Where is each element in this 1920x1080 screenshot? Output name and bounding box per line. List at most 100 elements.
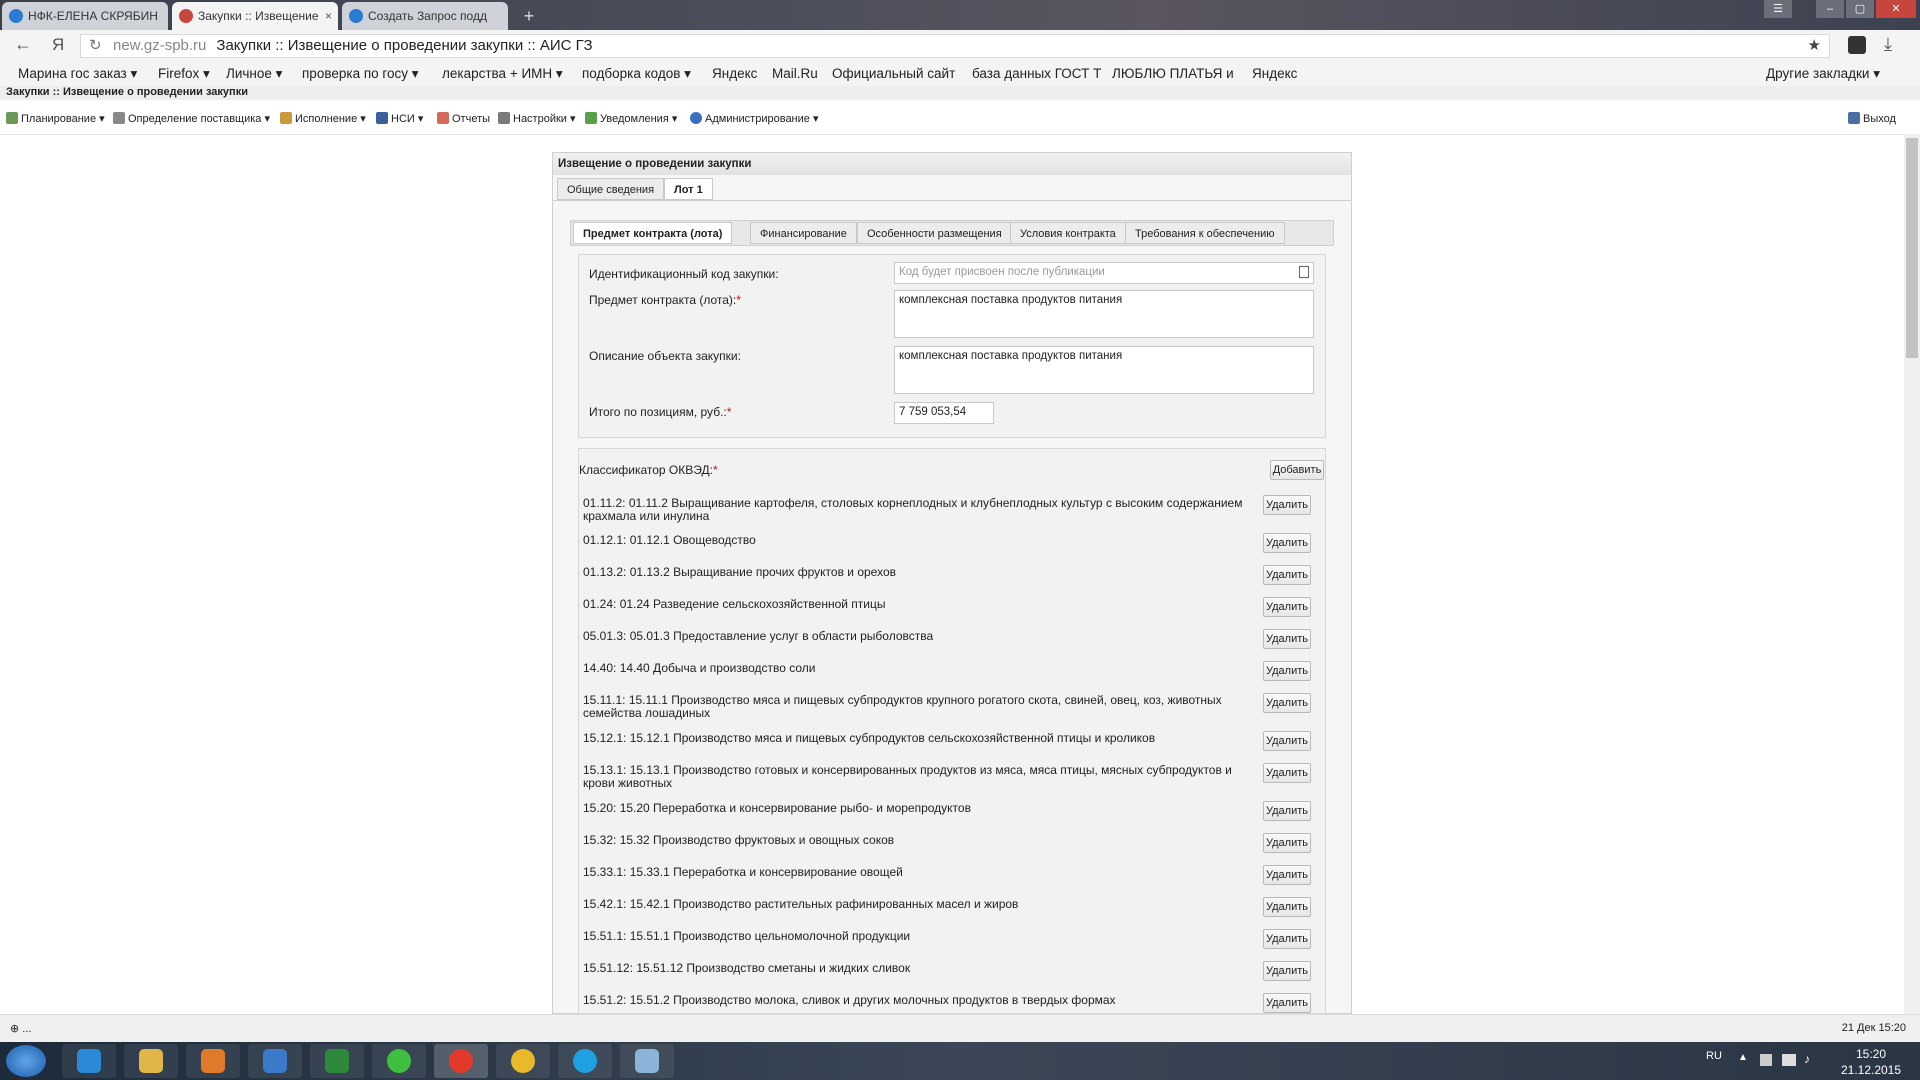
- delete-okved-button[interactable]: Удалить: [1263, 693, 1311, 713]
- menu-planning[interactable]: Планирование ▾: [6, 112, 105, 125]
- description-textarea[interactable]: комплексная поставка продуктов питания: [894, 346, 1314, 394]
- delete-okved-button[interactable]: Удалить: [1263, 597, 1311, 617]
- tab-contract-subject[interactable]: Предмет контракта (лота): [573, 222, 733, 244]
- other-bookmarks[interactable]: Другие закладки ▾: [1766, 66, 1880, 82]
- taskbar-explorer[interactable]: [124, 1044, 178, 1078]
- paint-icon: [635, 1049, 659, 1073]
- delete-okved-button[interactable]: Удалить: [1263, 533, 1311, 553]
- okved-item: 15.51.12: 15.51.12 Производство сметаны …: [583, 961, 911, 975]
- total-input[interactable]: 7 759 053,54: [894, 402, 994, 424]
- report-icon: [437, 112, 449, 124]
- maximize-button[interactable]: ▢: [1846, 0, 1874, 18]
- taskbar-outlook[interactable]: [248, 1044, 302, 1078]
- tab-nfk[interactable]: НФК-ЕЛЕНА СКРЯБИН: [2, 2, 168, 30]
- system-clock[interactable]: 15:20 21.12.2015: [1836, 1046, 1906, 1078]
- menu-nsi[interactable]: НСИ ▾: [376, 112, 423, 125]
- yandex-icon[interactable]: Я: [52, 35, 64, 55]
- bookmark[interactable]: ЛЮБЛЮ ПЛАТЬЯ и: [1112, 66, 1234, 81]
- info-icon[interactable]: [1299, 266, 1309, 278]
- status-datetime: 21 Дек 15:20: [1841, 1022, 1906, 1034]
- close-window-button[interactable]: ✕: [1876, 0, 1916, 18]
- delete-okved-button[interactable]: Удалить: [1263, 565, 1311, 585]
- logout-button[interactable]: Выход: [1848, 112, 1896, 125]
- okved-item: 15.33.1: 15.33.1 Переработка и консервир…: [583, 865, 903, 879]
- delete-okved-button[interactable]: Удалить: [1263, 961, 1311, 981]
- menu-notifications[interactable]: Уведомления ▾: [585, 112, 677, 125]
- delete-okved-button[interactable]: Удалить: [1263, 897, 1311, 917]
- okved-item: 15.42.1: 15.42.1 Производство растительн…: [583, 897, 1019, 911]
- bookmarks-bar: Марина гос заказ ▾ Firefox ▾ Личное ▾ пр…: [0, 62, 1920, 86]
- address-bar[interactable]: ↻ new.gz-spb.ru Закупки :: Извещение о пр…: [80, 34, 1830, 58]
- delete-okved-button[interactable]: Удалить: [1263, 993, 1311, 1013]
- language-indicator[interactable]: RU: [1706, 1050, 1722, 1062]
- description-label: Описание объекта закупки:: [589, 349, 741, 363]
- delete-okved-button[interactable]: Удалить: [1263, 495, 1311, 515]
- tab-general-info[interactable]: Общие сведения: [557, 178, 665, 200]
- delete-okved-button[interactable]: Удалить: [1263, 731, 1311, 751]
- network-icon[interactable]: [1782, 1054, 1796, 1066]
- bookmark[interactable]: Личное ▾: [226, 66, 282, 82]
- bookmark[interactable]: лекарства + ИМН ▾: [442, 66, 563, 82]
- flag-icon[interactable]: [1760, 1054, 1772, 1066]
- menu-icon[interactable]: ☰: [1764, 0, 1792, 18]
- reload-icon[interactable]: ↻: [89, 35, 102, 57]
- gear-icon: [113, 112, 125, 124]
- clock-time: 15:20: [1855, 1047, 1887, 1061]
- delete-okved-button[interactable]: Удалить: [1263, 801, 1311, 821]
- taskbar-media[interactable]: [186, 1044, 240, 1078]
- menu-settings[interactable]: Настройки ▾: [498, 112, 576, 125]
- taskbar-ie[interactable]: [62, 1044, 116, 1078]
- id-code-field[interactable]: Код будет присвоен после публикации: [894, 262, 1314, 284]
- tab-financing[interactable]: Финансирование: [750, 222, 857, 244]
- tab-zapros[interactable]: Создать Запрос подд: [342, 2, 508, 30]
- tab-security-requirements[interactable]: Требования к обеспечению: [1125, 222, 1285, 244]
- star-icon[interactable]: ★: [1808, 35, 1821, 57]
- taskbar-excel[interactable]: [310, 1044, 364, 1078]
- start-button[interactable]: [6, 1045, 46, 1077]
- taskbar-paint[interactable]: [620, 1044, 674, 1078]
- minimize-button[interactable]: –: [1816, 0, 1844, 18]
- tab-placement[interactable]: Особенности размещения: [857, 222, 1012, 244]
- new-tab-button[interactable]: +: [518, 6, 540, 26]
- bookmark[interactable]: Марина гос заказ ▾: [18, 66, 137, 82]
- tab-contract-terms[interactable]: Условия контракта: [1010, 222, 1126, 244]
- okved-item: 15.51.1: 15.51.1 Производство цельномоло…: [583, 929, 911, 943]
- menu-supplier[interactable]: Определение поставщика ▾: [113, 112, 270, 125]
- menu-administration[interactable]: Администрирование ▾: [690, 112, 818, 125]
- menu-execution[interactable]: Исполнение ▾: [280, 112, 366, 125]
- bookmark[interactable]: подборка кодов ▾: [582, 66, 691, 82]
- subject-textarea[interactable]: комплексная поставка продуктов питания: [894, 290, 1314, 338]
- scrollbar-thumb[interactable]: [1906, 138, 1918, 358]
- taskbar-skype[interactable]: [558, 1044, 612, 1078]
- bookmark[interactable]: Яндекс: [712, 66, 757, 81]
- taskbar-mail-agent[interactable]: [372, 1044, 426, 1078]
- bookmark[interactable]: проверка по госу ▾: [302, 66, 419, 82]
- delete-okved-button[interactable]: Удалить: [1263, 661, 1311, 681]
- tray-arrow-icon[interactable]: ▲: [1738, 1052, 1748, 1063]
- close-tab-icon[interactable]: ×: [325, 2, 332, 30]
- bookmark[interactable]: Firefox ▾: [158, 66, 210, 82]
- bookmark[interactable]: Яндекс: [1252, 66, 1297, 81]
- bookmark[interactable]: база данных ГОСТ Т: [972, 66, 1101, 81]
- bookmark[interactable]: Mail.Ru: [772, 66, 818, 81]
- taskbar-yandex-browser[interactable]: [434, 1044, 488, 1078]
- extension-icon[interactable]: [1848, 36, 1866, 54]
- volume-icon[interactable]: ♪: [1804, 1052, 1810, 1066]
- add-okved-button[interactable]: Добавить: [1270, 460, 1324, 480]
- delete-okved-button[interactable]: Удалить: [1263, 929, 1311, 949]
- delete-okved-button[interactable]: Удалить: [1263, 629, 1311, 649]
- bookmark[interactable]: Официальный сайт: [832, 66, 955, 81]
- menu-reports[interactable]: Отчеты: [437, 112, 490, 125]
- tab-label: Закупки :: Извещение: [198, 9, 319, 23]
- url-title: Закупки :: Извещение о проведении закупк…: [216, 37, 593, 54]
- taskbar-chrome[interactable]: [496, 1044, 550, 1078]
- envelope-icon: [585, 112, 597, 124]
- delete-okved-button[interactable]: Удалить: [1263, 763, 1311, 783]
- tab-lot-1[interactable]: Лот 1: [664, 178, 713, 200]
- delete-okved-button[interactable]: Удалить: [1263, 833, 1311, 853]
- delete-okved-button[interactable]: Удалить: [1263, 865, 1311, 885]
- download-icon[interactable]: ⤓: [1884, 34, 1892, 55]
- url-host: new.gz-spb.ru: [113, 37, 207, 54]
- tab-zakupki[interactable]: Закупки :: Извещение ×: [172, 2, 338, 30]
- back-arrow-icon[interactable]: ←: [14, 34, 32, 55]
